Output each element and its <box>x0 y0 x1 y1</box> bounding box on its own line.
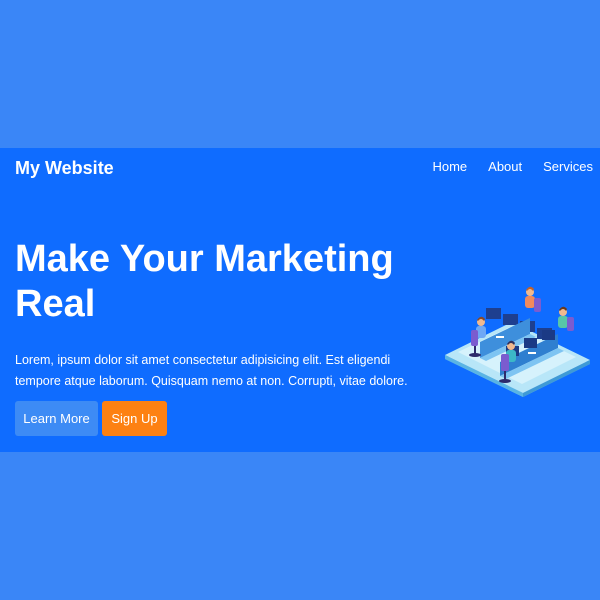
nav-link-services[interactable]: Services <box>543 159 593 175</box>
navbar: My Website Home About Services <box>0 148 600 188</box>
hero-title: Make Your Marketing Real <box>15 238 394 325</box>
nav-link-about[interactable]: About <box>488 159 522 175</box>
site-brand[interactable]: My Website <box>15 157 114 179</box>
hero-banner: My Website Home About Services Make Your… <box>0 148 600 452</box>
page: My Website Home About Services Make Your… <box>0 0 600 600</box>
nav-links: Home About Services <box>432 159 593 175</box>
learn-more-button[interactable]: Learn More <box>15 401 98 436</box>
hero-description: Lorem, ipsum dolor sit amet consectetur … <box>15 353 408 388</box>
nav-link-home[interactable]: Home <box>432 159 467 175</box>
sign-up-button[interactable]: Sign Up <box>102 401 167 436</box>
office-team-illustration <box>445 286 590 397</box>
